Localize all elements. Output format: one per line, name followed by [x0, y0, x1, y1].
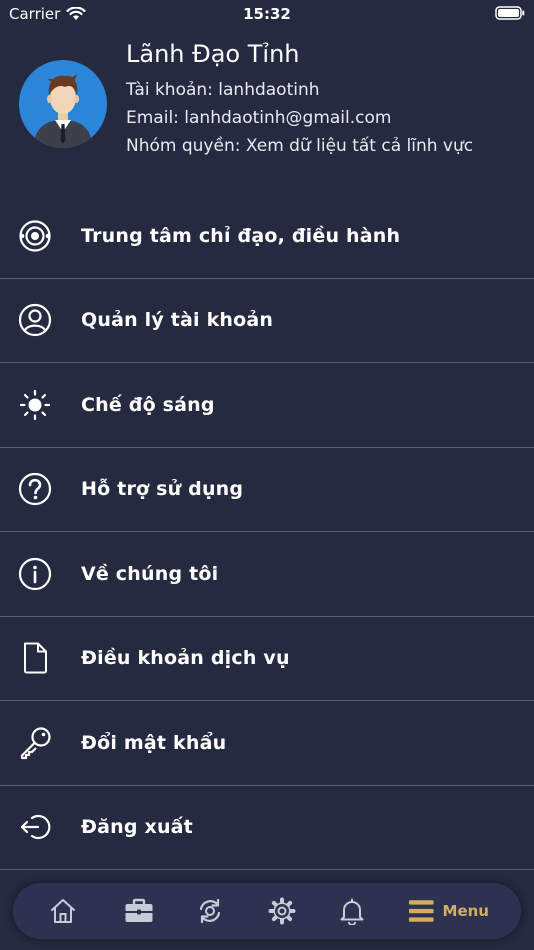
document-icon — [17, 640, 53, 676]
info-circle-icon — [17, 556, 53, 592]
menu-item-about[interactable]: Về chúng tôi — [0, 532, 534, 617]
tab-notifications[interactable] — [336, 895, 368, 927]
menu-item-label: Đổi mật khẩu — [81, 731, 227, 754]
menu-item-label: Điều khoản dịch vụ — [81, 647, 290, 670]
menu-item-account-management[interactable]: Quản lý tài khoản — [0, 279, 534, 363]
key-icon — [17, 725, 53, 761]
avatar[interactable] — [19, 60, 107, 148]
tab-menu[interactable]: Menu — [409, 895, 489, 927]
tab-sync[interactable] — [194, 895, 226, 927]
bottom-tab-bar: Menu — [13, 883, 521, 939]
menu-item-logout[interactable]: Đăng xuất — [0, 786, 534, 870]
profile-group: Nhóm quyền: Xem dữ liệu tất cả lĩnh vực — [126, 136, 474, 156]
menu-item-terms[interactable]: Điều khoản dịch vụ — [0, 617, 534, 701]
logout-icon — [17, 809, 53, 845]
menu-item-label: Hỗ trợ sử dụng — [81, 478, 244, 501]
menu-item-light-mode[interactable]: Chế độ sáng — [0, 363, 534, 448]
user-circle-icon — [17, 302, 53, 338]
profile-email: Email: lanhdaotinh@gmail.com — [126, 108, 392, 128]
briefcase-icon — [125, 898, 153, 922]
menu-item-label: Về chúng tôi — [81, 562, 219, 585]
gear-icon — [268, 897, 296, 925]
tab-home[interactable] — [47, 895, 79, 927]
menu-item-label: Trung tâm chỉ đạo, điều hành — [81, 224, 401, 247]
menu-item-label: Đăng xuất — [81, 816, 193, 839]
menu-item-label: Quản lý tài khoản — [81, 309, 274, 332]
menu-item-command-center[interactable]: Trung tâm chỉ đạo, điều hành — [0, 194, 534, 279]
help-circle-icon — [17, 471, 53, 507]
settings-menu: Trung tâm chỉ đạo, điều hành Quản lý tài… — [0, 194, 534, 870]
status-bar: Carrier 15:32 — [0, 0, 534, 28]
tab-settings[interactable] — [266, 895, 298, 927]
menu-item-help[interactable]: Hỗ trợ sử dụng — [0, 448, 534, 532]
target-icon — [17, 218, 53, 254]
sun-icon — [17, 387, 53, 423]
tab-work[interactable] — [122, 895, 156, 927]
profile-account: Tài khoản: lanhdaotinh — [126, 80, 320, 100]
bell-icon — [340, 898, 364, 925]
battery-icon — [495, 6, 525, 20]
menu-icon — [409, 900, 434, 922]
profile-header: Lãnh Đạo Tỉnh Tài khoản: lanhdaotinh Ema… — [0, 38, 534, 168]
tab-menu-label: Menu — [442, 902, 489, 920]
menu-item-change-password[interactable]: Đổi mật khẩu — [0, 701, 534, 786]
sync-icon — [199, 898, 221, 924]
menu-item-label: Chế độ sáng — [81, 393, 215, 416]
home-icon — [51, 899, 75, 923]
profile-name: Lãnh Đạo Tỉnh — [126, 40, 300, 68]
status-time: 15:32 — [243, 5, 291, 23]
